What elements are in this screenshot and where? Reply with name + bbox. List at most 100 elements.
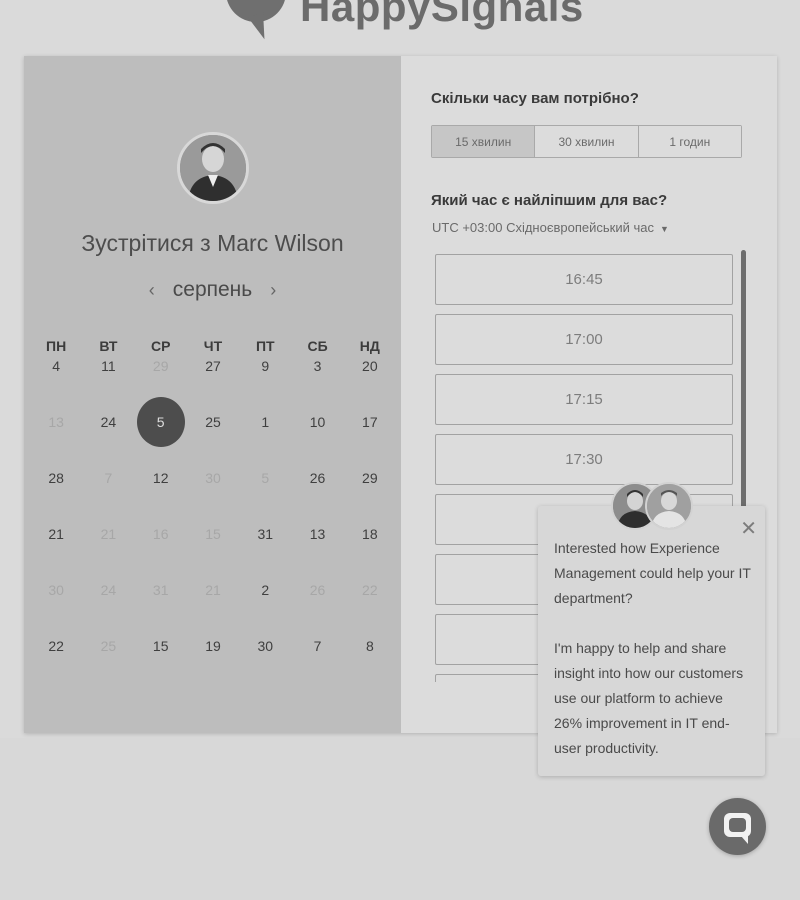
calendar-day-number: 12 <box>152 470 169 486</box>
calendar-day-number: 19 <box>205 638 221 654</box>
calendar-day-number: 29 <box>362 470 378 486</box>
calendar-day-number: 21 <box>205 582 221 598</box>
calendar-day-number: 20 <box>362 358 378 374</box>
calendar-day-number: 2 <box>261 582 270 598</box>
calendar-day-number: 16 <box>152 526 169 542</box>
duration-selector: 15 хвилин 30 хвилин 1 годин <box>431 125 742 158</box>
calendar-day-number: 15 <box>205 526 221 542</box>
time-slot-button[interactable]: 17:15 <box>435 374 733 425</box>
weekday-label: СР <box>150 338 171 354</box>
weekday-label: СБ <box>307 338 328 354</box>
weekday-label: ВТ <box>99 338 118 354</box>
calendar-day-number: 18 <box>362 526 378 542</box>
calendar-day[interactable]: 30 <box>239 638 291 694</box>
month-label: серпень <box>172 278 253 301</box>
calendar-day[interactable]: 24 <box>82 414 134 470</box>
calendar-day[interactable]: 22 <box>30 638 82 694</box>
calendar-day[interactable]: 3 <box>291 358 343 414</box>
calendar-day[interactable]: 13 <box>291 526 343 582</box>
calendar-day[interactable]: 8 <box>344 638 396 694</box>
calendar-day[interactable]: 1 <box>239 414 291 470</box>
chat-popup-message: Interested how Experience Management cou… <box>554 536 754 786</box>
calendar-day: 5 <box>239 470 291 526</box>
calendar-day[interactable]: 9 <box>239 358 291 414</box>
calendar-day-number: 27 <box>205 358 221 374</box>
weekday-label: ПТ <box>255 338 275 354</box>
calendar-day[interactable]: 26 <box>291 470 343 526</box>
calendar-panel: Зустрітися з Marc Wilson ‹ серпень › ПН В… <box>24 56 401 733</box>
calendar-day-number: 24 <box>100 414 117 430</box>
calendar-day[interactable]: 7 <box>291 638 343 694</box>
calendar-day[interactable]: 29 <box>344 470 396 526</box>
calendar-day-number: 17 <box>362 414 378 430</box>
timezone-label: UTC +03:00 Східноєвропейський час <box>432 220 654 235</box>
calendar-day: 26 <box>291 582 343 638</box>
chat-message-2: I'm happy to help and share insight into… <box>554 640 744 756</box>
host-avatar <box>177 132 249 204</box>
duration-option[interactable]: 30 хвилин <box>535 126 639 157</box>
calendar-day[interactable]: 19 <box>187 638 239 694</box>
calendar-day[interactable]: 17 <box>344 414 396 470</box>
calendar-day[interactable]: 18 <box>344 526 396 582</box>
time-question: Який час є найліпшим для вас? <box>431 192 668 209</box>
calendar-day: 30 <box>187 470 239 526</box>
calendar-day-number: 26 <box>309 470 326 486</box>
calendar-day[interactable]: 15 <box>135 638 187 694</box>
calendar-day: 21 <box>187 582 239 638</box>
calendar-day-number: 26 <box>309 582 326 598</box>
calendar-day[interactable]: 4 <box>30 358 82 414</box>
calendar-day[interactable]: 12 <box>135 470 187 526</box>
month-navigation: ‹ серпень › <box>24 278 401 302</box>
calendar-day-number: 29 <box>152 358 169 374</box>
calendar-day[interactable]: 2 <box>239 582 291 638</box>
timezone-selector[interactable]: UTC +03:00 Східноєвропейський час ▼ <box>432 220 669 235</box>
duration-option[interactable]: 1 годин <box>638 126 741 157</box>
calendar-day-number: 25 <box>205 414 221 430</box>
time-slot-button[interactable]: 16:45 <box>435 254 733 305</box>
calendar-day-number: 9 <box>261 358 270 374</box>
calendar-day-number: 13 <box>309 526 326 542</box>
calendar-day-selected[interactable]: 5 <box>135 397 187 470</box>
time-slot-button[interactable]: 17:00 <box>435 314 733 365</box>
calendar-day-number: 7 <box>104 470 113 486</box>
calendar-day-number: 1 <box>261 414 270 430</box>
time-slot-button[interactable]: 17:30 <box>435 434 733 485</box>
calendar-day: 16 <box>135 526 187 582</box>
calendar-day[interactable]: 28 <box>30 470 82 526</box>
calendar-day-number: 30 <box>257 638 274 654</box>
calendar-day-number: 31 <box>257 526 274 542</box>
calendar-day-number: 4 <box>52 358 61 374</box>
calendar-day[interactable]: 21 <box>30 526 82 582</box>
calendar-day: 31 <box>135 582 187 638</box>
calendar-day[interactable]: 25 <box>187 414 239 470</box>
chevron-right-icon[interactable]: › <box>270 280 276 301</box>
calendar-grid: ПН ВТ СР ЧТ ПТ СБ НД 4 11 29 27 9 3 20 13 24 5 25 1 10 17 28… <box>30 338 396 694</box>
calendar-day[interactable]: 11 <box>82 358 134 414</box>
calendar-day: 30 <box>30 582 82 638</box>
calendar-day[interactable]: 20 <box>344 358 396 414</box>
calendar-week-row: 30 24 31 21 2 26 22 <box>30 582 396 638</box>
chevron-left-icon[interactable]: ‹ <box>149 280 155 301</box>
calendar-day: 15 <box>187 526 239 582</box>
calendar-day[interactable]: 10 <box>291 414 343 470</box>
chat-popup: ✕ Interested how Experience Management c… <box>538 506 765 776</box>
chat-message-1: Interested how Experience Management cou… <box>554 540 751 606</box>
meeting-title: Зустрітися з Marc Wilson <box>81 230 344 256</box>
logo-mark-icon <box>222 0 292 42</box>
calendar-day-number: 13 <box>48 414 64 430</box>
calendar-day-number: 10 <box>309 414 326 430</box>
calendar-day-number: 15 <box>152 638 169 654</box>
calendar-day[interactable]: 27 <box>187 358 239 414</box>
calendar-week-row: 13 24 5 25 1 10 17 <box>30 397 396 470</box>
calendar-day-number: 7 <box>313 638 322 654</box>
duration-option[interactable]: 15 хвилин <box>432 126 536 157</box>
brand-logo: HappySignals <box>222 0 584 42</box>
calendar-day-number: 5 <box>136 397 185 447</box>
calendar-day[interactable]: 31 <box>239 526 291 582</box>
calendar-day: 22 <box>344 582 396 638</box>
chat-launcher-button[interactable] <box>709 798 766 855</box>
chat-agent-avatars <box>611 482 693 532</box>
calendar-day: 13 <box>30 414 82 470</box>
calendar-day: 24 <box>82 582 134 638</box>
calendar-day: 7 <box>82 470 134 526</box>
